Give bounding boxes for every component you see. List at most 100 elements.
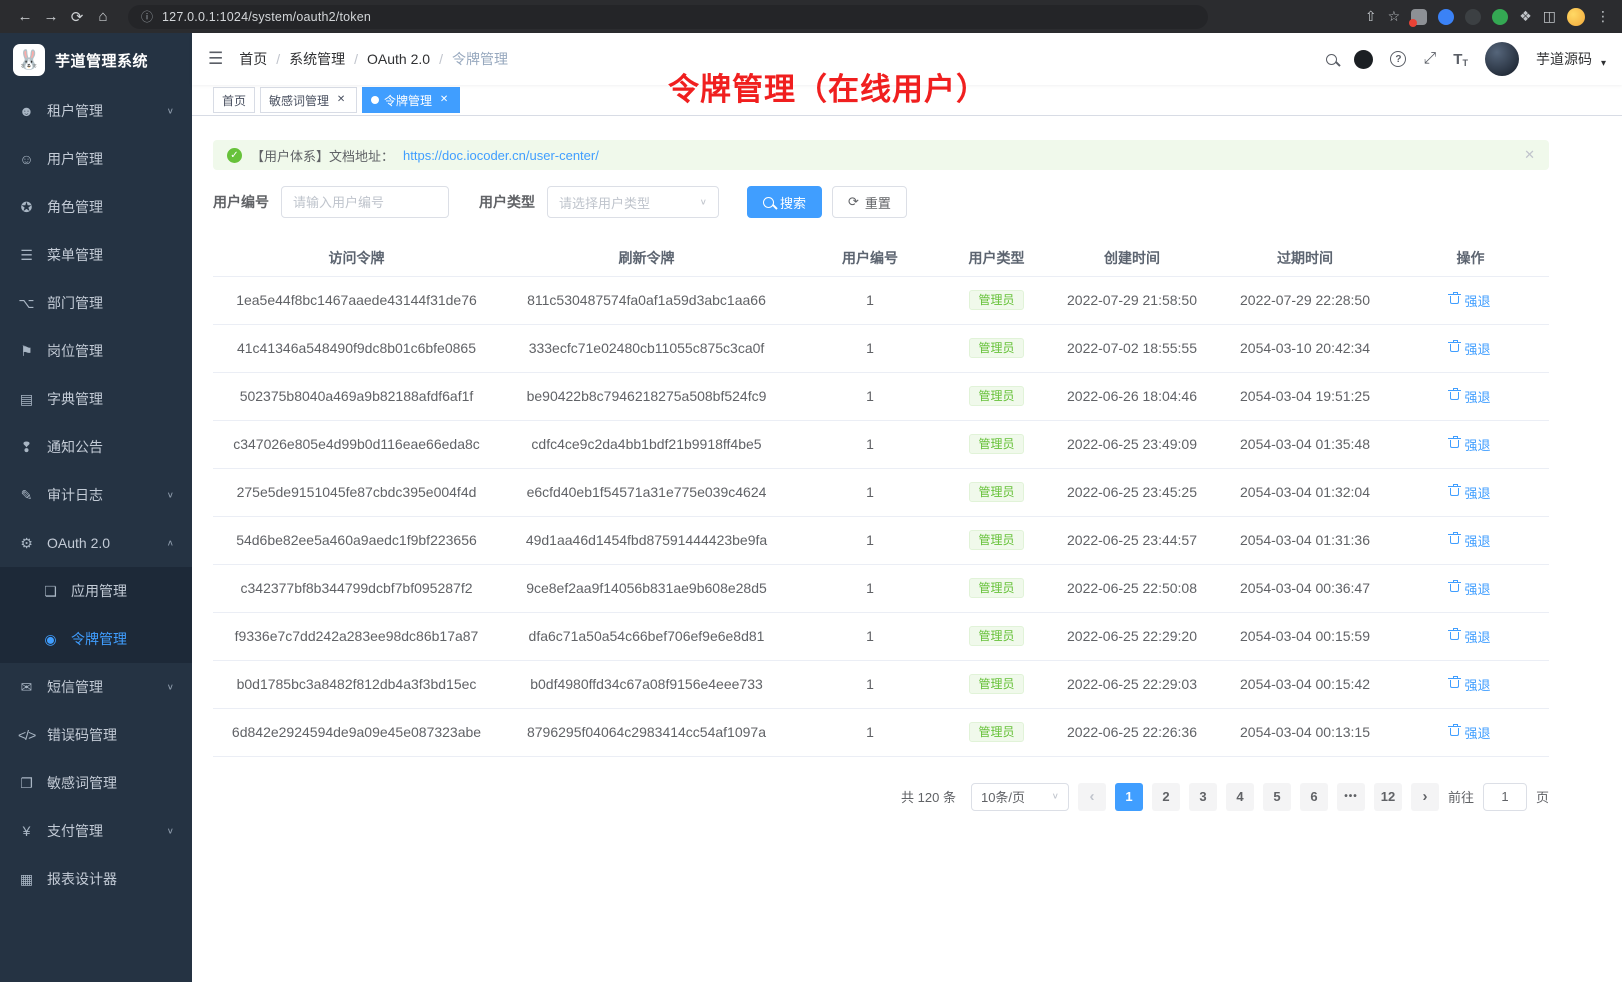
- reset-button[interactable]: ⟳ 重置: [832, 186, 907, 218]
- browser-back-icon[interactable]: ←: [12, 8, 38, 25]
- force-logout-button[interactable]: 强退: [1450, 291, 1490, 310]
- page-size-select[interactable]: 10条/页 ∨: [971, 783, 1069, 811]
- browser-reload-icon[interactable]: ⟳: [64, 8, 90, 26]
- browser-menu-icon[interactable]: ⋮: [1596, 8, 1610, 25]
- split-view-icon[interactable]: ◫: [1543, 8, 1556, 25]
- sidebar-item-report-designer[interactable]: ▦ 报表设计器: [0, 855, 192, 903]
- sidebar-item-sms[interactable]: ✉ 短信管理 ∨: [0, 663, 192, 711]
- table-row: b0d1785bc3a8482f812db4a3f3bd15ec b0df498…: [213, 660, 1549, 708]
- user-id-input[interactable]: [281, 186, 449, 218]
- user-type-tag: 管理员: [969, 386, 1023, 406]
- notice-icon: ❢: [18, 439, 35, 456]
- breadcrumb-current: 令牌管理: [452, 49, 508, 69]
- force-logout-label: 强退: [1464, 675, 1490, 694]
- force-logout-label: 强退: [1464, 579, 1490, 598]
- page-button-2[interactable]: 2: [1152, 783, 1180, 811]
- page-button-5[interactable]: 5: [1263, 783, 1291, 811]
- force-logout-button[interactable]: 强退: [1450, 627, 1490, 646]
- close-icon[interactable]: ✕: [437, 93, 451, 107]
- delete-icon: [1450, 296, 1459, 304]
- action-cell: 强退: [1392, 516, 1549, 564]
- doc-link[interactable]: https://doc.iocoder.cn/user-center/: [403, 148, 599, 163]
- font-size-icon[interactable]: TT: [1453, 51, 1468, 68]
- sidebar-item-pay[interactable]: ¥ 支付管理 ∨: [0, 807, 192, 855]
- browser-profile-avatar[interactable]: [1567, 8, 1585, 26]
- report-icon: ▦: [18, 871, 35, 888]
- force-logout-button[interactable]: 强退: [1450, 675, 1490, 694]
- extension-icon-dark[interactable]: [1465, 9, 1481, 25]
- page-button-1[interactable]: 1: [1115, 783, 1143, 811]
- more-pages-button[interactable]: •••: [1337, 783, 1365, 811]
- user-type-select[interactable]: 请选择用户类型 ∨: [547, 186, 719, 218]
- prev-page-button[interactable]: ‹: [1078, 783, 1106, 811]
- search-button[interactable]: 搜索: [747, 186, 822, 218]
- page-button-6[interactable]: 6: [1300, 783, 1328, 811]
- sidebar-item-menu[interactable]: ☰ 菜单管理: [0, 231, 192, 279]
- delete-icon: [1450, 344, 1459, 352]
- sidebar-item-dict[interactable]: ▤ 字典管理: [0, 375, 192, 423]
- sidebar-item-error-code[interactable]: </> 错误码管理: [0, 711, 192, 759]
- sidebar-item-sensitive-word[interactable]: ❐ 敏感词管理: [0, 759, 192, 807]
- chevron-down-icon: ∨: [700, 197, 707, 206]
- browser-forward-icon[interactable]: →: [38, 8, 64, 25]
- force-logout-button[interactable]: 强退: [1450, 531, 1490, 550]
- extension-icon-badged[interactable]: [1411, 9, 1427, 25]
- breadcrumb-separator: /: [439, 51, 443, 67]
- action-cell: 强退: [1392, 420, 1549, 468]
- user-name[interactable]: 芋道源码: [1536, 49, 1592, 69]
- sidebar-item-notice[interactable]: ❢ 通知公告: [0, 423, 192, 471]
- log-icon: ✎: [18, 487, 35, 504]
- breadcrumb-system[interactable]: 系统管理: [289, 49, 345, 69]
- sidebar-item-dept[interactable]: ⌥ 部门管理: [0, 279, 192, 327]
- extension-icon-blue[interactable]: [1438, 9, 1454, 25]
- force-logout-button[interactable]: 强退: [1450, 387, 1490, 406]
- user-avatar[interactable]: [1485, 42, 1519, 76]
- extension-icon-green[interactable]: [1492, 9, 1508, 25]
- sidebar-item-user[interactable]: ☺ 用户管理: [0, 135, 192, 183]
- sidebar-item-audit-log[interactable]: ✎ 审计日志 ∨: [0, 471, 192, 519]
- sidebar-collapse-icon[interactable]: ☰: [208, 49, 223, 69]
- help-icon[interactable]: ?: [1390, 51, 1406, 67]
- force-logout-button[interactable]: 强退: [1450, 483, 1490, 502]
- search-icon[interactable]: [1326, 54, 1337, 65]
- browser-home-icon[interactable]: ⌂: [90, 8, 116, 25]
- sidebar-item-tenant[interactable]: ☻ 租户管理 ∨: [0, 87, 192, 135]
- breadcrumb-home[interactable]: 首页: [239, 49, 267, 69]
- share-icon[interactable]: ⇧: [1365, 8, 1377, 25]
- caret-down-icon[interactable]: ▾: [1601, 50, 1606, 69]
- sidebar-item-label: 通知公告: [47, 437, 103, 457]
- page-button-4[interactable]: 4: [1226, 783, 1254, 811]
- close-icon[interactable]: ✕: [334, 93, 348, 107]
- alert-close-icon[interactable]: ✕: [1524, 147, 1535, 163]
- force-logout-button[interactable]: 强退: [1450, 339, 1490, 358]
- user-type-tag: 管理员: [969, 434, 1023, 454]
- force-logout-button[interactable]: 强退: [1450, 579, 1490, 598]
- force-logout-button[interactable]: 强退: [1450, 435, 1490, 454]
- user-type-tag: 管理员: [969, 482, 1023, 502]
- fullscreen-icon[interactable]: ⤢: [1423, 50, 1436, 68]
- breadcrumb-oauth[interactable]: OAuth 2.0: [367, 51, 430, 67]
- sidebar-item-oauth-token[interactable]: ◉ 令牌管理: [0, 615, 192, 663]
- page-button-3[interactable]: 3: [1189, 783, 1217, 811]
- bookmark-star-icon[interactable]: ☆: [1388, 8, 1401, 25]
- logo[interactable]: 🐰 芋道管理系统: [0, 33, 192, 87]
- next-page-button[interactable]: ›: [1411, 783, 1439, 811]
- user-type-tag: 管理员: [969, 338, 1023, 358]
- sidebar-item-oauth-app[interactable]: ❏ 应用管理: [0, 567, 192, 615]
- refresh-token-cell: 8796295f04064c2983414cc54af1097a: [500, 708, 793, 756]
- tab-home[interactable]: 首页: [213, 87, 255, 113]
- sidebar-item-role[interactable]: ✪ 角色管理: [0, 183, 192, 231]
- page-button-12[interactable]: 12: [1374, 783, 1402, 811]
- sidebar-item-post[interactable]: ⚑ 岗位管理: [0, 327, 192, 375]
- tab-oauth-token[interactable]: 令牌管理 ✕: [362, 87, 460, 113]
- tab-sensitive-word[interactable]: 敏感词管理 ✕: [260, 87, 357, 113]
- sidebar-item-oauth[interactable]: ⚙ OAuth 2.0 ∧: [0, 519, 192, 567]
- site-info-icon[interactable]: ⓘ: [141, 8, 153, 25]
- address-bar[interactable]: ⓘ 127.0.0.1:1024/system/oauth2/token: [128, 5, 1208, 29]
- user-id-cell: 1: [793, 564, 947, 612]
- goto-page-input[interactable]: [1483, 783, 1527, 811]
- github-icon[interactable]: [1354, 50, 1373, 69]
- expire-time-cell: 2054-03-04 00:36:47: [1218, 564, 1392, 612]
- force-logout-button[interactable]: 强退: [1450, 723, 1490, 742]
- extensions-puzzle-icon[interactable]: ❖: [1519, 8, 1532, 25]
